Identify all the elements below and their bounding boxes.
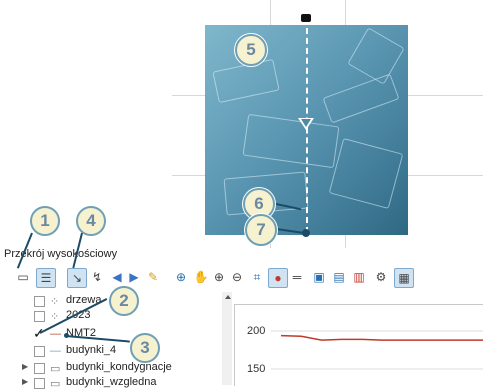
capture-line-alt-icon[interactable]: ↯ [88, 268, 106, 286]
layer-checkbox[interactable] [34, 296, 45, 307]
export-image-icon[interactable]: ▤ [330, 268, 348, 286]
pan-icon[interactable]: ✋ [192, 268, 210, 286]
capture-line-icon[interactable]: ↘ [67, 268, 87, 288]
zoom-full-icon[interactable]: ⊕ [172, 268, 190, 286]
zoom-in-icon[interactable]: ⊕ [210, 268, 228, 286]
marker-3: 3 [130, 333, 160, 363]
marker-7: 7 [245, 214, 277, 246]
expand-icon[interactable]: ▶ [22, 362, 28, 371]
layer-label: budynki_4 [66, 344, 117, 356]
nudge-left-icon[interactable]: ◀ [108, 268, 126, 286]
layer-tree: ⁘ drzewa ⁘ 2023 ✓ — NMT2 — budynki_4 ▶ ▭… [0, 286, 222, 390]
add-layer-icon[interactable]: ▭ [14, 268, 32, 286]
layer-checkbox[interactable] [34, 311, 45, 322]
layer-label: budynki_kondygnacje [66, 361, 172, 373]
zoom-out-icon[interactable]: ⊖ [228, 268, 246, 286]
marker-4: 4 [76, 206, 106, 236]
marker-5: 5 [235, 34, 267, 66]
reset-view-icon[interactable]: ⌗ [248, 268, 266, 286]
line-style-icon: — [50, 328, 61, 340]
layer-row[interactable]: ▶ ▭ budynki_kondygnacje [0, 361, 222, 375]
layer-row[interactable]: — budynki_4 [0, 344, 222, 358]
marker-2: 2 [109, 286, 139, 316]
layer-checkbox[interactable] [34, 363, 45, 374]
layer-checkbox[interactable] [34, 378, 45, 389]
nudge-right-icon[interactable]: ▶ [125, 268, 143, 286]
tool-icon[interactable]: ⚙ [372, 268, 390, 286]
export-pdf-icon[interactable]: ▣ [310, 268, 328, 286]
point-style-icon: ⁘ [50, 296, 60, 308]
point-style-icon: ⁘ [50, 311, 60, 323]
clear-icon[interactable]: ✎ [144, 268, 162, 286]
layer-row[interactable]: ⁘ 2023 [0, 309, 222, 323]
checkmark-icon[interactable]: ✓ [33, 325, 45, 342]
line-style-icon: — [50, 345, 61, 357]
settings-icon[interactable]: ▦ [394, 268, 414, 288]
polygon-style-icon: ▭ [50, 378, 61, 390]
stop-icon[interactable]: ● [268, 268, 288, 288]
export-data-icon[interactable]: ▥ [350, 268, 368, 286]
profile-chart[interactable]: 200 150 [234, 304, 483, 386]
direction-arrow-fill [301, 119, 311, 127]
layer-label: budynki_wzgledna [66, 376, 157, 388]
layer-options-icon[interactable]: ☰ [36, 268, 56, 288]
map-canvas[interactable]: 5 6 7 [0, 0, 483, 248]
profile-series-line [280, 334, 483, 341]
polygon-style-icon: ▭ [50, 363, 61, 375]
chart-plot-area [271, 330, 483, 370]
marker-1: 1 [30, 206, 60, 236]
layer-tree-scrollbar[interactable] [222, 292, 232, 385]
profile-start-handle[interactable] [301, 14, 311, 22]
scale-icon[interactable]: ═ [288, 268, 306, 286]
layer-checkbox[interactable] [34, 346, 45, 357]
layer-label: 2023 [66, 309, 91, 321]
layer-row[interactable]: ▶ ▭ budynki_wzgledna [0, 376, 222, 390]
profile-toolbar: ▭ ☰ ↘ ↯ ◀ ▶ ✎ ⊕ ✋ ⊕ ⊖ ⌗ ● ═ ▣ ▤ ▥ ⚙ ▦ 1 … [12, 206, 482, 290]
scroll-up-icon[interactable] [225, 295, 231, 299]
